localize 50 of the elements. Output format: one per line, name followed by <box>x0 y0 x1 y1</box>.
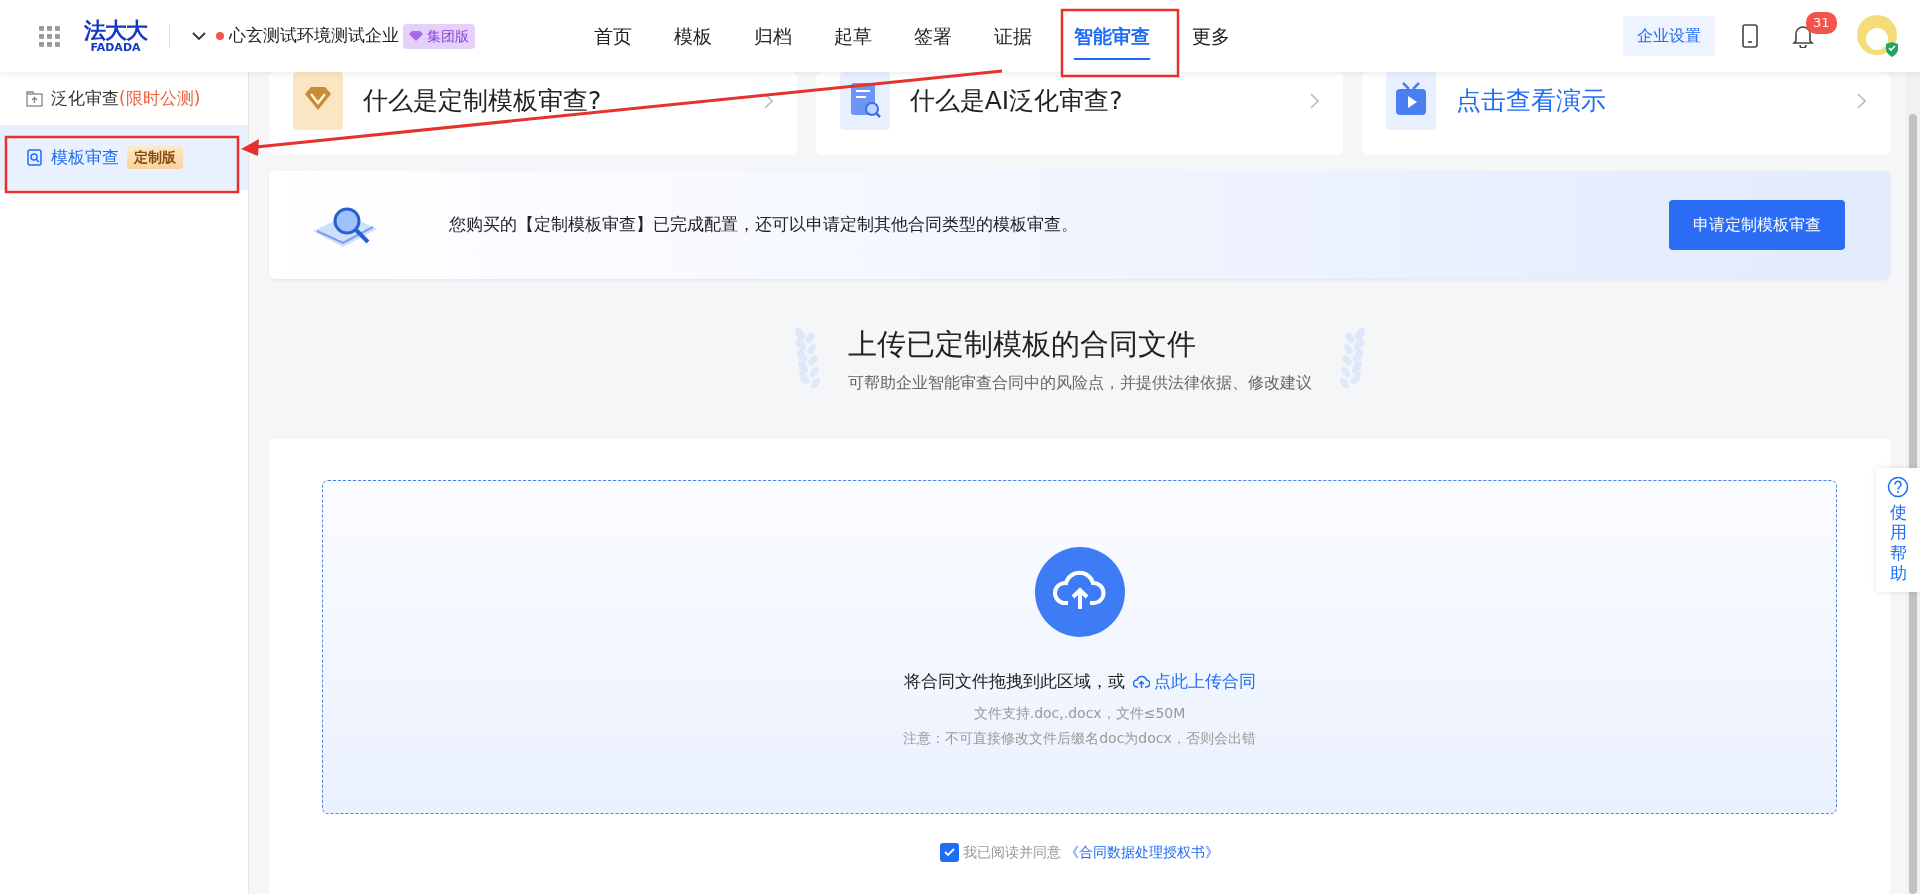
nav-tab[interactable]: 智能审查 <box>1074 0 1150 73</box>
upload-link[interactable]: 点此上传合同 <box>1132 669 1256 695</box>
logo-wordmark: FADADA <box>90 41 141 53</box>
diamond-icon <box>409 30 423 42</box>
cloud-upload-icon <box>1034 547 1125 637</box>
banner-text: 您购买的【定制模板审查】已完成配置，还可以申请定制其他合同类型的模板审查。 <box>449 213 1078 237</box>
help-panel[interactable]: 使用帮助 <box>1876 468 1920 592</box>
file-rename-note: 注意：不可直接修改文件后缀名doc为docx，否则会出错 <box>903 728 1256 748</box>
edition-badge: 集团版 <box>403 23 475 49</box>
enterprise-settings-button[interactable]: 企业设置 <box>1623 16 1715 56</box>
nav-tab[interactable]: 起草 <box>834 0 872 73</box>
gem-icon <box>293 72 343 130</box>
checkmark-icon <box>944 848 955 857</box>
notification-count: 31 <box>1806 12 1837 34</box>
nav-tab[interactable]: 模板 <box>674 0 712 73</box>
nav-tab[interactable]: 更多 <box>1192 0 1230 73</box>
help-icon <box>1887 476 1909 498</box>
drop-zone[interactable]: 将合同文件拖拽到此区域，或 点此上传合同 文件支持.doc,.docx，文件≤50M 注意：不可直接修改文件后缀名doc为docx，否则会出错 <box>322 480 1837 814</box>
bell-icon[interactable] <box>1792 24 1814 48</box>
apps-grid-icon[interactable] <box>39 25 60 47</box>
help-label: 使用帮助 <box>1889 502 1907 584</box>
upload-subtitle: 可帮助企业智能审查合同中的风险点，并提供法律依据、修改建议 <box>847 371 1312 394</box>
apply-custom-review-button[interactable]: 申请定制模板审查 <box>1669 200 1845 250</box>
mobile-phone-icon[interactable] <box>1742 24 1758 48</box>
nav-tab[interactable]: 首页 <box>594 0 632 73</box>
intro-card[interactable]: 什么是定制模板审查? <box>269 72 797 155</box>
intro-card[interactable]: 什么是AI泛化审查? <box>815 72 1344 155</box>
folder-upload-icon <box>26 90 43 107</box>
drop-instruction: 将合同文件拖拽到此区域，或 <box>903 670 1125 693</box>
intro-card[interactable]: 点击查看演示 <box>1362 72 1890 155</box>
sidebar-item[interactable]: 模板审查 定制版 <box>0 125 248 190</box>
chevron-right-icon <box>1310 93 1320 109</box>
edition-tag: 定制版 <box>127 146 183 169</box>
avatar[interactable] <box>1856 14 1900 58</box>
nav-tab[interactable]: 证据 <box>994 0 1032 73</box>
agreement-text: 我已阅读并同意 <box>963 843 1061 862</box>
chevron-right-icon <box>763 93 773 109</box>
file-format-hint: 文件支持.doc,.docx，文件≤50M <box>973 703 1186 723</box>
chevron-down-icon[interactable] <box>192 31 206 41</box>
search-document-icon <box>26 149 43 166</box>
agreement-link[interactable]: 《合同数据处理授权书》 <box>1065 842 1219 863</box>
logo-mark: 法大大 <box>84 19 147 42</box>
chevron-right-icon <box>1857 93 1866 109</box>
agreement-checkbox[interactable] <box>940 843 959 862</box>
status-dot <box>216 32 224 40</box>
nav-tab[interactable]: 签署 <box>914 0 952 73</box>
company-name[interactable]: 心玄测试环境测试企业 <box>229 23 399 49</box>
cloud-upload-icon <box>1132 674 1150 689</box>
nav-tab[interactable]: 归档 <box>754 0 792 73</box>
upload-title: 上传已定制模板的合同文件 <box>847 326 1197 364</box>
